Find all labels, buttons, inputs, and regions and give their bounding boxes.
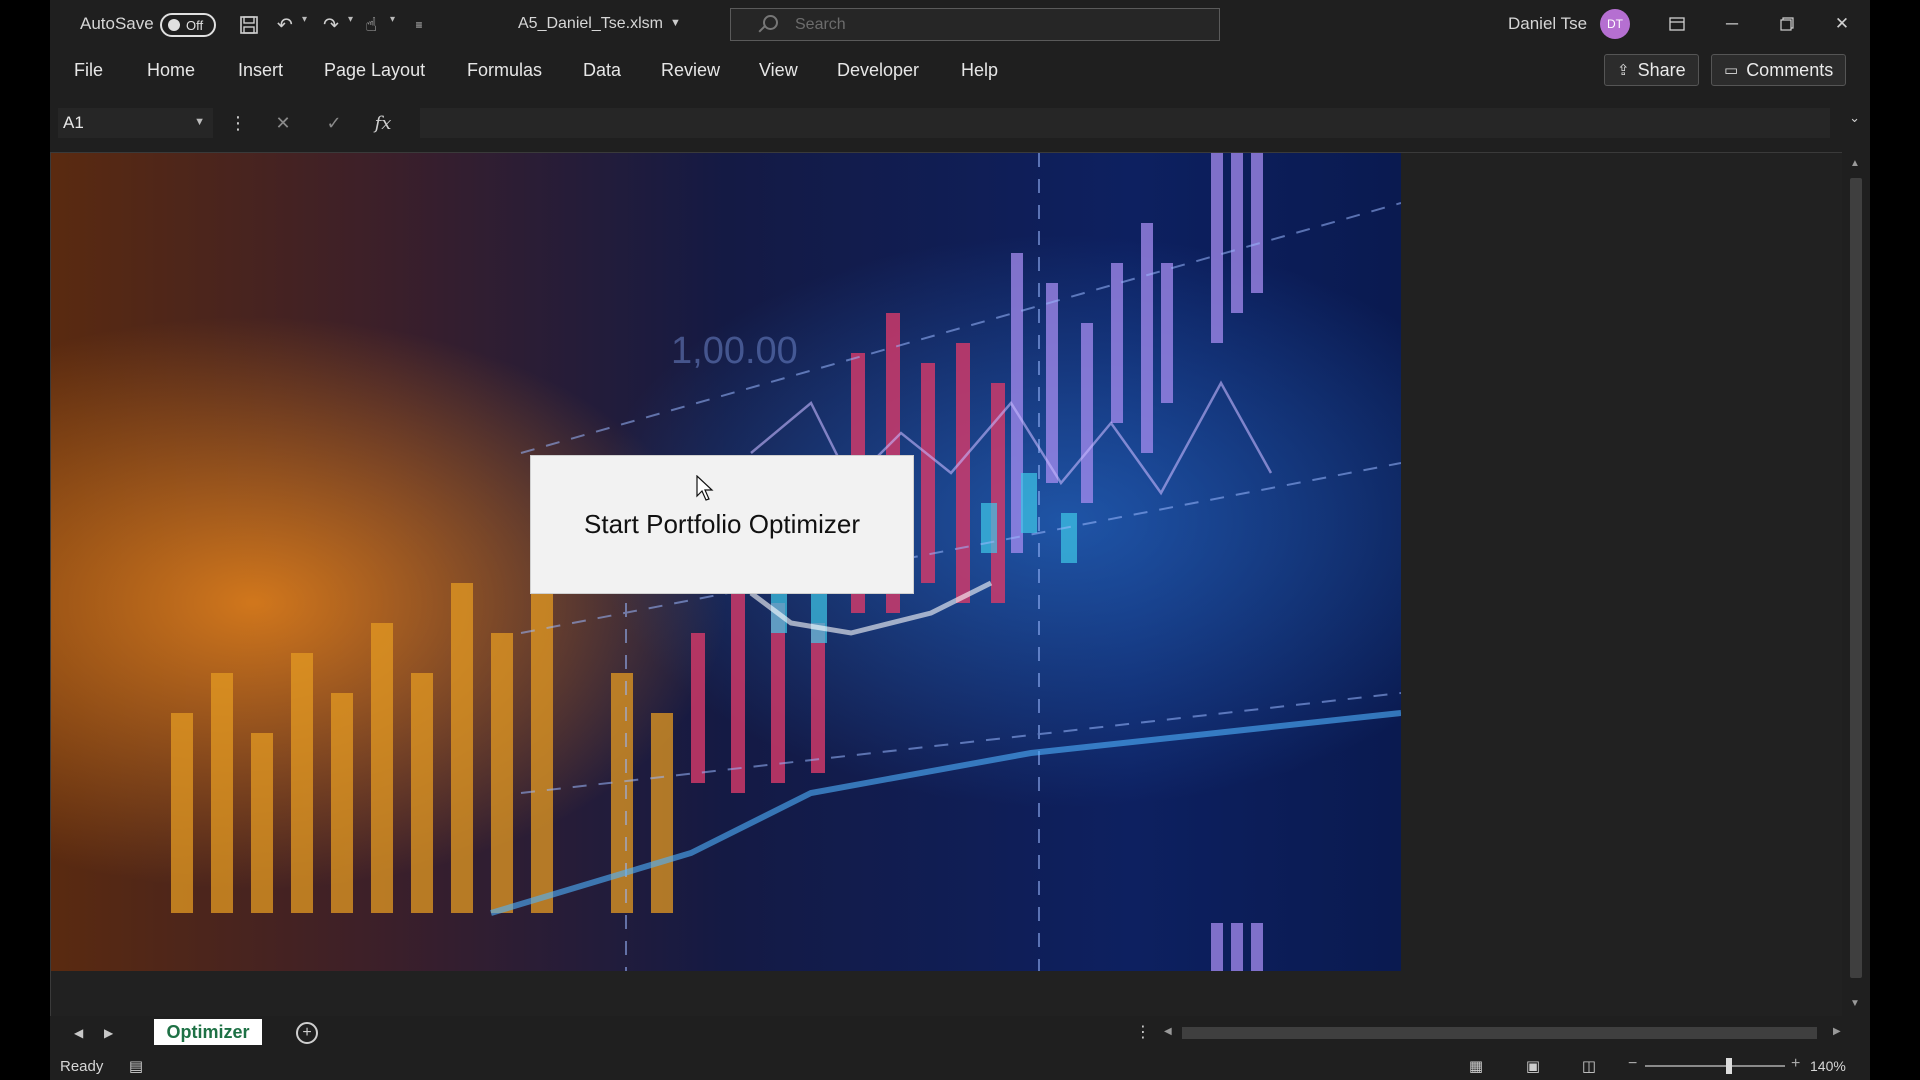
filename-chevron-down-icon[interactable]: ▼ [670, 17, 681, 29]
ribbon-display-icon[interactable] [1650, 0, 1704, 48]
more-options-icon[interactable]: ⋮ [1135, 1022, 1151, 1042]
undo-dropdown-icon[interactable]: ▾ [302, 14, 307, 25]
tab-page-layout[interactable]: Page Layout [324, 48, 425, 92]
chart-overlay-text: 1,00.00 [671, 330, 798, 372]
tab-view[interactable]: View [759, 48, 798, 92]
name-box-value: A1 [63, 113, 84, 132]
tab-data[interactable]: Data [583, 48, 621, 92]
search-box[interactable]: Search [730, 8, 1220, 41]
more-options-icon[interactable]: ⋮ [223, 108, 253, 138]
horizontal-scroll-thumb[interactable] [1182, 1027, 1817, 1039]
name-box[interactable]: A1 ▼ [58, 108, 213, 138]
toggle-knob [168, 19, 180, 31]
sheet-tab-optimizer[interactable]: Optimizer [154, 1019, 262, 1045]
file-name[interactable]: A5_Daniel_Tse.xlsm [518, 0, 663, 48]
ribbon-tabs: File Home Insert Page Layout Formulas Da… [50, 48, 1870, 92]
restore-icon[interactable] [1760, 0, 1814, 48]
zoom-slider[interactable] [1645, 1065, 1785, 1067]
title-bar: AutoSave Off ↶ ▾ ↷ ▾ ☝ ▾ ≡ A5_Daniel_Tse… [50, 0, 1870, 48]
save-icon[interactable] [236, 12, 262, 38]
zoom-in-icon[interactable]: + [1791, 1055, 1800, 1073]
start-portfolio-optimizer-button[interactable]: Start Portfolio Optimizer [530, 455, 914, 594]
status-bar: Ready ▤ ▦ ▣ ◫ − + 140% [50, 1052, 1870, 1080]
share-button[interactable]: ⇪ Share [1604, 54, 1699, 86]
zoom-out-icon[interactable]: − [1628, 1055, 1637, 1073]
cancel-icon[interactable]: ✕ [268, 108, 298, 138]
status-text: Ready [60, 1058, 104, 1075]
search-placeholder: Search [795, 15, 846, 33]
next-sheet-icon[interactable]: ▶ [104, 1026, 113, 1040]
avatar[interactable]: DT [1600, 9, 1630, 39]
touch-mode-dropdown-icon[interactable]: ▾ [390, 14, 395, 25]
search-icon [757, 14, 778, 35]
add-sheet-icon[interactable]: + [296, 1022, 318, 1044]
tab-file[interactable]: File [74, 48, 103, 92]
undo-icon[interactable]: ↶ [272, 12, 298, 38]
tab-home[interactable]: Home [147, 48, 195, 92]
enter-icon[interactable]: ✓ [319, 108, 349, 138]
previous-sheet-icon[interactable]: ◀ [74, 1026, 83, 1040]
tab-developer[interactable]: Developer [837, 48, 919, 92]
redo-icon[interactable]: ↷ [318, 12, 344, 38]
vertical-scroll-thumb[interactable] [1850, 178, 1862, 978]
scroll-down-icon[interactable]: ▼ [1850, 998, 1860, 1009]
scroll-left-icon[interactable]: ◀ [1164, 1026, 1172, 1037]
sheet-tab-bar: ◀ ▶ Optimizer + ⋮ ◀ ▶ [50, 1016, 1870, 1052]
insert-function-icon[interactable]: fx [368, 108, 398, 138]
chevron-down-icon[interactable]: ▼ [194, 116, 205, 128]
zoom-slider-thumb[interactable] [1726, 1058, 1732, 1074]
mouse-cursor-icon [696, 475, 714, 501]
accessibility-icon[interactable]: ▤ [125, 1056, 147, 1076]
expand-formula-bar-icon[interactable]: ⌄ [1849, 110, 1860, 126]
autosave-label: AutoSave [80, 14, 154, 33]
formula-bar: A1 ▼ ⋮ ✕ ✓ fx ⌄ [50, 96, 1870, 150]
minimize-icon[interactable]: ─ [1705, 0, 1759, 48]
tab-insert[interactable]: Insert [238, 48, 283, 92]
user-name[interactable]: Daniel Tse [1508, 0, 1587, 48]
share-label: Share [1637, 59, 1686, 80]
scroll-up-icon[interactable]: ▲ [1850, 158, 1860, 169]
tab-review[interactable]: Review [661, 48, 720, 92]
autosave-toggle[interactable]: Off [160, 13, 216, 37]
comments-label: Comments [1746, 59, 1834, 80]
formula-input[interactable] [420, 108, 1830, 138]
vertical-scrollbar[interactable]: ▲ ▼ [1842, 152, 1870, 1016]
tab-help[interactable]: Help [961, 48, 998, 92]
autosave-state: Off [186, 17, 204, 33]
comment-icon: ▭ [1724, 62, 1739, 79]
share-icon: ⇪ [1617, 62, 1630, 79]
tab-formulas[interactable]: Formulas [467, 48, 542, 92]
scroll-right-icon[interactable]: ▶ [1833, 1026, 1841, 1037]
normal-view-icon[interactable]: ▦ [1465, 1056, 1487, 1076]
horizontal-scrollbar[interactable]: ◀ ▶ [1160, 1023, 1850, 1043]
touch-mode-icon[interactable]: ☝ [358, 12, 384, 38]
worksheet-grid[interactable]: 1,00.00 Start Portfolio Optimizer [50, 152, 1842, 1016]
page-break-preview-icon[interactable]: ◫ [1578, 1056, 1600, 1076]
close-icon[interactable]: ✕ [1815, 0, 1869, 48]
excel-window: AutoSave Off ↶ ▾ ↷ ▾ ☝ ▾ ≡ A5_Daniel_Tse… [50, 0, 1870, 1080]
zoom-level[interactable]: 140% [1810, 1058, 1846, 1074]
comments-button[interactable]: ▭ Comments [1711, 54, 1847, 86]
page-layout-view-icon[interactable]: ▣ [1522, 1056, 1544, 1076]
customize-toolbar-icon[interactable]: ≡ [406, 12, 432, 38]
redo-dropdown-icon[interactable]: ▾ [348, 14, 353, 25]
